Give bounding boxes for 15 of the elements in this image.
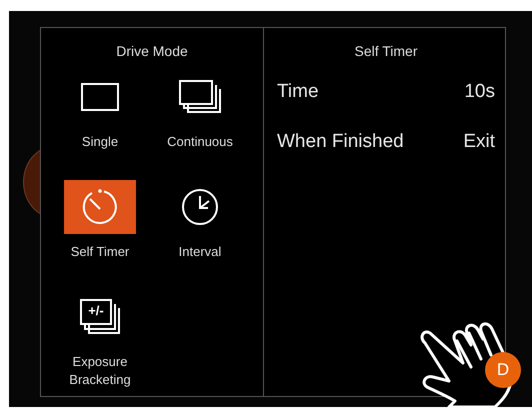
drive-mode-option[interactable]: Continuous xyxy=(150,70,250,176)
frame-icon xyxy=(80,82,120,112)
drive-mode-option[interactable]: Self Timer xyxy=(50,180,150,286)
panel-title: Drive Mode xyxy=(115,43,189,60)
clock-icon xyxy=(180,187,220,227)
drive-mode-option[interactable]: +/- Exposure Bracketing xyxy=(50,290,150,396)
setting-value[interactable]: 10s xyxy=(464,81,495,103)
setting-value[interactable]: Exit xyxy=(463,131,495,153)
setting-label[interactable]: Time xyxy=(277,81,319,103)
drive-mode-option[interactable]: Interval xyxy=(150,180,250,286)
setting-label[interactable]: When Finished xyxy=(277,131,404,153)
panel-title: Self Timer xyxy=(353,43,418,61)
stacked-frames-icon xyxy=(178,79,222,115)
timer-icon xyxy=(80,187,120,227)
drive-mode-option[interactable]: Single xyxy=(50,70,150,176)
